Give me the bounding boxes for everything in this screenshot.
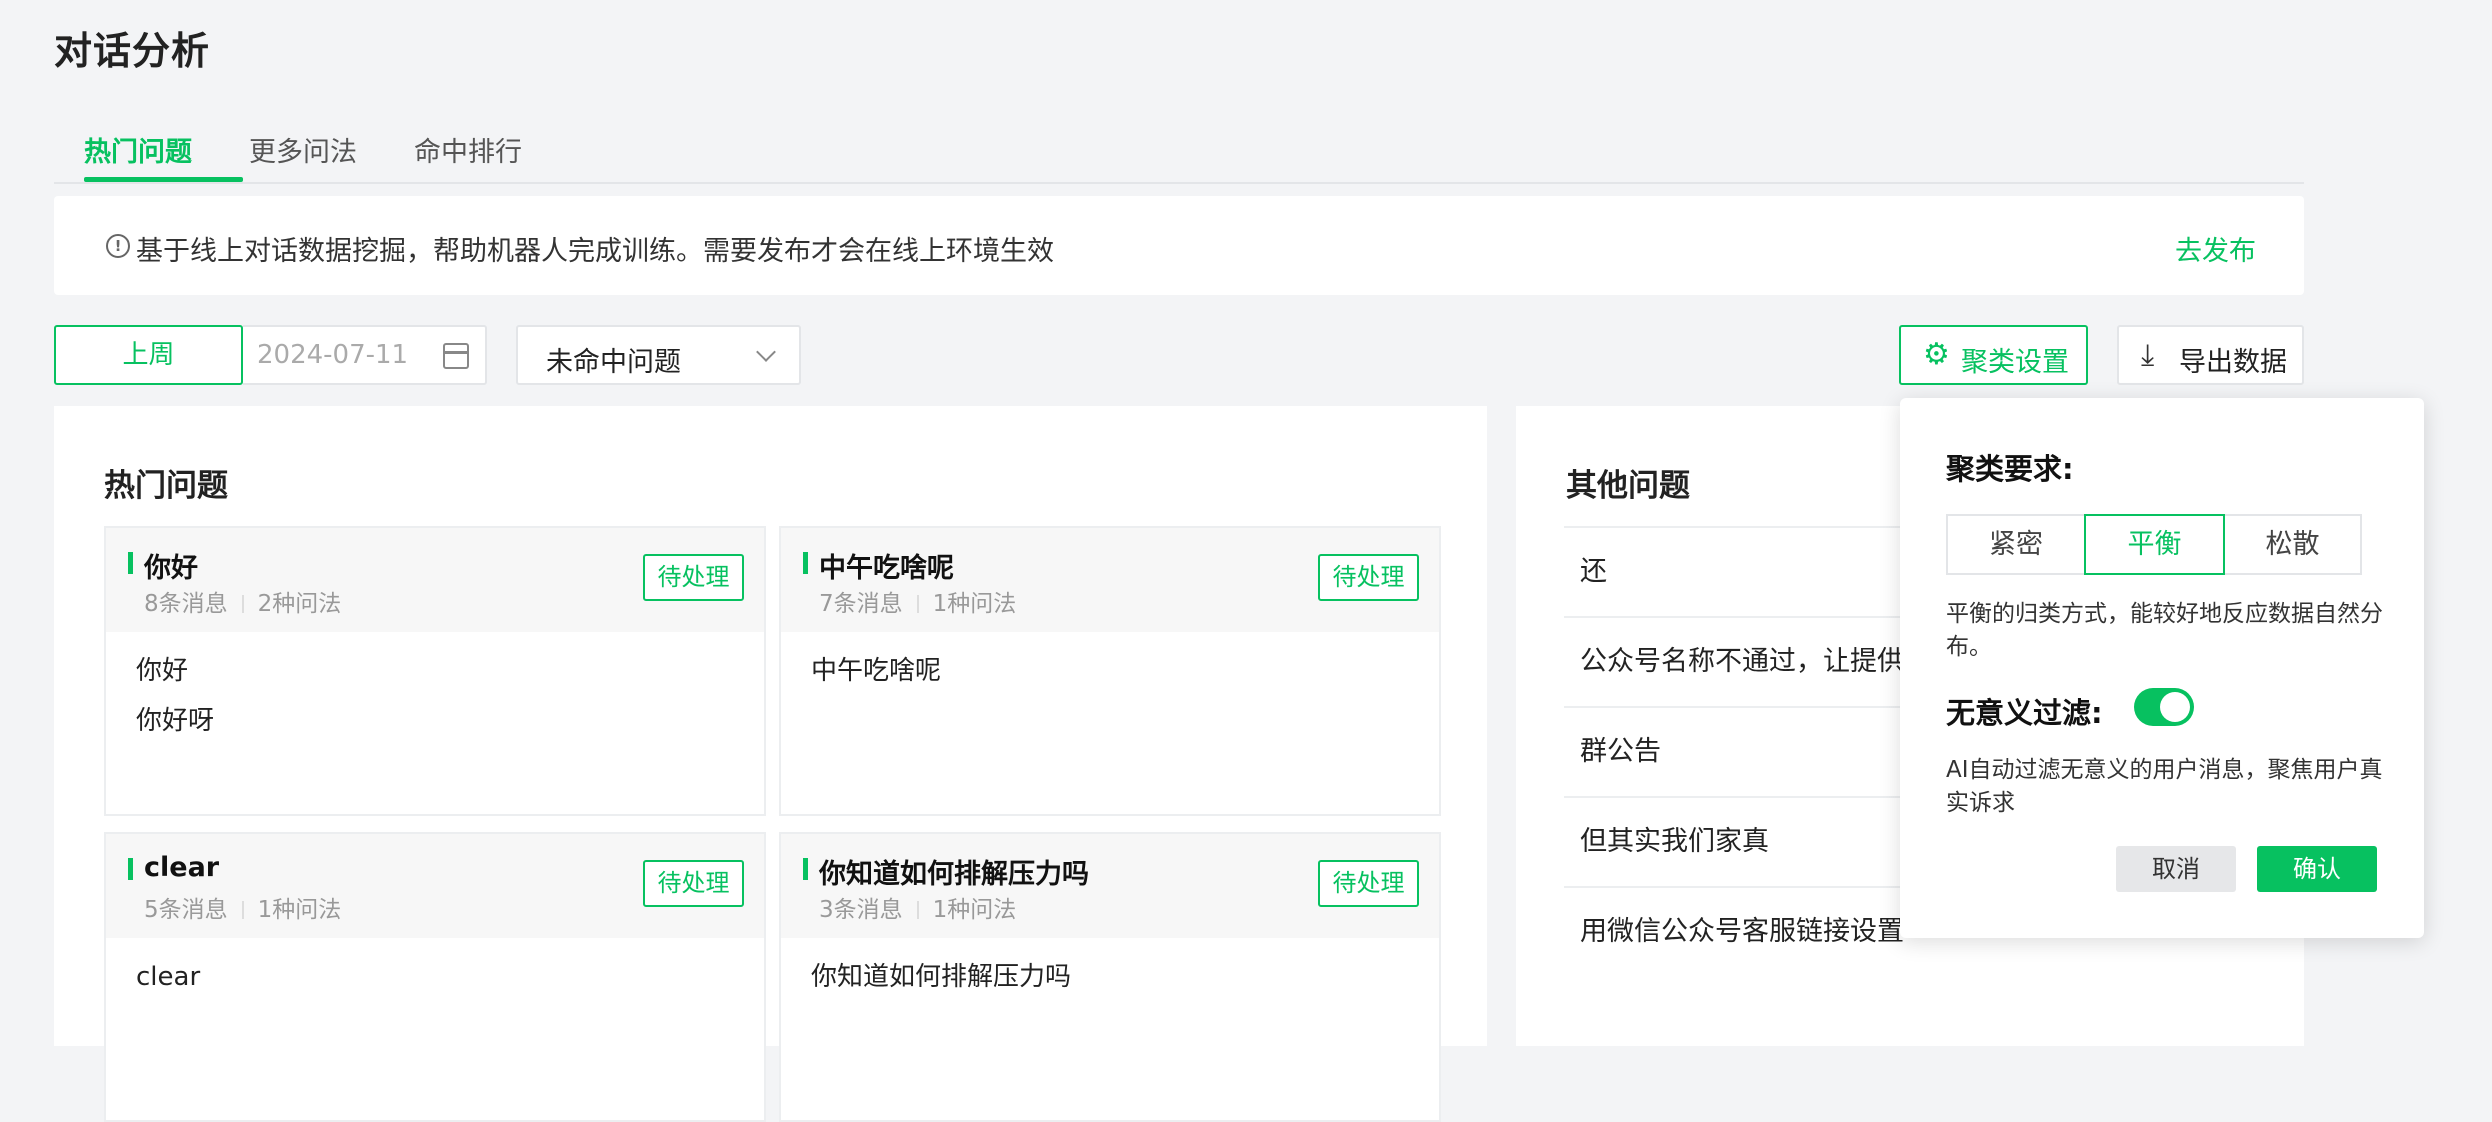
card-title: 中午吃啥呢 (819, 553, 954, 584)
question-line: 中午吃啥呢 (811, 656, 942, 686)
pending-status-button[interactable]: 待处理 (643, 554, 744, 601)
toggle-knob (2160, 692, 2190, 722)
select-value: 未命中问题 (546, 347, 681, 378)
variant-count: 2种问法 (257, 591, 342, 617)
card-title: 你知道如何排解压力吗 (819, 859, 1089, 890)
card-body: 你好 你好呀 (136, 646, 214, 746)
message-count: 8条消息 (144, 591, 228, 617)
chevron-down-icon (756, 342, 776, 362)
last-week-button[interactable]: 上周 (54, 325, 243, 385)
variant-count: 1种问法 (257, 897, 342, 923)
card-meta: 7条消息 1种问法 (819, 584, 1016, 618)
option-balanced[interactable]: 平衡 (2084, 514, 2225, 575)
export-data-label: 导出数据 (2179, 347, 2287, 378)
card-header: 中午吃啥呢 7条消息 1种问法 待处理 (781, 528, 1439, 632)
cluster-settings-button[interactable]: ⚙ 聚类设置 (1899, 325, 2088, 385)
card-body: 中午吃啥呢 (811, 646, 941, 696)
confirm-button[interactable]: 确认 (2257, 846, 2377, 892)
message-count: 7条消息 (819, 591, 903, 617)
cluster-settings-popover: 聚类要求: 紧密 平衡 松散 平衡的归类方式，能较好地反应数据自然分布。 无意义… (1900, 398, 2424, 938)
publish-link[interactable]: 去发布 (2175, 229, 2256, 268)
other-questions-title: 其他问题 (1566, 468, 1690, 504)
tab-more-phrasings[interactable]: 更多问法 (249, 130, 357, 169)
question-line: 你好 (136, 656, 189, 686)
pending-status-button[interactable]: 待处理 (1318, 554, 1419, 601)
hot-questions-panel: 热门问题 你好 8条消息 2种问法 待处理 你好 你好呀 中午吃啥呢 7条消息 1种… (54, 406, 1487, 1122)
accent-bar (128, 858, 133, 880)
question-line: clear (136, 962, 201, 992)
card-meta: 3条消息 1种问法 (819, 890, 1016, 924)
card-header: clear 5条消息 1种问法 待处理 (106, 834, 764, 938)
card-header: 你好 8条消息 2种问法 待处理 (106, 528, 764, 632)
question-card[interactable]: clear 5条消息 1种问法 待处理 clear (104, 832, 766, 1122)
filter-description: AI自动过滤无意义的用户消息，聚焦用户真实诉求 (1946, 757, 2383, 816)
hot-questions-title: 热门问题 (104, 468, 228, 504)
card-meta: 5条消息 1种问法 (144, 890, 341, 924)
message-count: 5条消息 (144, 897, 228, 923)
cluster-requirement-label: 聚类要求: (1946, 452, 2074, 486)
date-picker[interactable]: 2024-07-11 (243, 325, 487, 385)
card-title: clear (144, 852, 220, 883)
card-header: 你知道如何排解压力吗 3条消息 1种问法 待处理 (781, 834, 1439, 938)
cluster-settings-label: 聚类设置 (1961, 347, 2069, 378)
tab-hot-questions[interactable]: 热门问题 (84, 130, 192, 169)
option-tight[interactable]: 紧密 (1946, 514, 2086, 575)
pending-status-button[interactable]: 待处理 (643, 860, 744, 907)
accent-bar (803, 552, 808, 574)
cluster-description: 平衡的归类方式，能较好地反应数据自然分布。 (1946, 601, 2383, 660)
question-type-select[interactable]: 未命中问题 (516, 325, 801, 385)
page-title: 对话分析 (54, 29, 211, 73)
info-circle-icon: ! (106, 234, 130, 258)
question-line: 你知道如何排解压力吗 (811, 962, 1072, 992)
message-count: 3条消息 (819, 897, 903, 923)
card-body: 你知道如何排解压力吗 (811, 952, 1071, 1002)
question-card[interactable]: 中午吃啥呢 7条消息 1种问法 待处理 中午吃啥呢 (779, 526, 1441, 816)
variant-count: 1种问法 (932, 591, 1017, 617)
accent-bar (128, 552, 133, 574)
card-meta: 8条消息 2种问法 (144, 584, 341, 618)
question-line: 你好呀 (136, 706, 215, 736)
date-value: 2024-07-11 (257, 340, 409, 370)
active-tab-indicator (84, 177, 243, 182)
tab-hit-ranking[interactable]: 命中排行 (414, 130, 522, 169)
calendar-icon (443, 343, 469, 369)
export-data-button[interactable]: ⤓ 导出数据 (2117, 325, 2304, 385)
tab-bar: 热门问题 更多问法 命中排行 (54, 120, 2304, 184)
card-body: clear (136, 952, 200, 1002)
cluster-mode-segmented: 紧密 平衡 松散 (1946, 514, 2362, 575)
notice-bar: ! 基于线上对话数据挖掘，帮助机器人完成训练。需要发布才会在线上环境生效 去发布 (54, 196, 2304, 295)
download-icon: ⤓ (2141, 338, 2155, 373)
meaningless-filter-label: 无意义过滤: (1946, 696, 2103, 730)
option-loose[interactable]: 松散 (2223, 514, 2362, 575)
pending-status-button[interactable]: 待处理 (1318, 860, 1419, 907)
question-card[interactable]: 你知道如何排解压力吗 3条消息 1种问法 待处理 你知道如何排解压力吗 (779, 832, 1441, 1122)
accent-bar (803, 858, 808, 880)
meaningless-filter-toggle[interactable] (2134, 688, 2194, 726)
notice-text: 基于线上对话数据挖掘，帮助机器人完成训练。需要发布才会在线上环境生效 (136, 236, 1054, 267)
cancel-button[interactable]: 取消 (2116, 846, 2236, 892)
variant-count: 1种问法 (932, 897, 1017, 923)
gear-icon: ⚙ (1923, 337, 1950, 372)
card-title: 你好 (144, 553, 198, 584)
question-card[interactable]: 你好 8条消息 2种问法 待处理 你好 你好呀 (104, 526, 766, 816)
